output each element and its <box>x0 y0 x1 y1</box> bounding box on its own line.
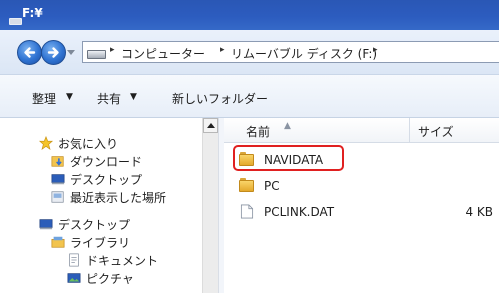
file-list: 名前 ▲ サイズ NAVIDATA PC PCLINK.DAT 4 KB <box>224 118 499 293</box>
share-button[interactable]: 共有 <box>97 90 121 107</box>
column-header-name[interactable]: 名前 <box>246 123 270 140</box>
removable-drive-icon <box>87 50 106 59</box>
nav-scrollbar[interactable] <box>202 118 218 293</box>
breadcrumb-removable-disk[interactable]: リムーバブル ディスク (F:) <box>231 45 377 62</box>
column-header-row: 名前 ▲ サイズ <box>224 118 499 143</box>
arrow-left-icon <box>24 47 36 58</box>
organize-button[interactable]: 整理 <box>32 90 56 107</box>
arrow-right-icon <box>47 47 59 58</box>
breadcrumb-separator-icon[interactable]: ▸ <box>373 45 378 55</box>
file-name: PCLINK.DAT <box>264 205 335 219</box>
column-header-size[interactable]: サイズ <box>418 123 454 140</box>
library-icon <box>51 236 65 248</box>
picture-icon <box>67 273 81 283</box>
chevron-down-icon: ▼ <box>130 92 137 102</box>
arrow-up-icon <box>207 123 215 128</box>
window-title: F:¥ <box>22 6 43 20</box>
folder-icon <box>239 178 255 193</box>
recent-places-icon <box>51 191 64 203</box>
star-icon <box>38 136 54 150</box>
navigation-pane: お気に入り ダウンロード デスクトップ 最近表示した場所 デスクトップ ライブラ… <box>0 118 218 293</box>
column-divider[interactable] <box>409 118 410 142</box>
sort-ascending-icon: ▲ <box>284 121 291 131</box>
desktop-icon <box>51 174 65 185</box>
address-input[interactable]: ▸ コンピューター ▸ リムーバブル ディスク (F:) ▸ <box>82 41 499 63</box>
highlight-box <box>233 145 344 171</box>
file-icon <box>240 204 254 219</box>
desktop-icon <box>39 219 53 230</box>
file-size: 4 KB <box>465 205 493 219</box>
file-name: PC <box>264 179 280 193</box>
drive-icon <box>9 18 22 25</box>
breadcrumb-separator-icon[interactable]: ▸ <box>110 45 115 55</box>
chevron-down-icon: ▼ <box>66 92 73 102</box>
address-bar-area: ▸ コンピューター ▸ リムーバブル ディスク (F:) ▸ <box>0 30 499 75</box>
file-row-pc[interactable]: PC <box>224 175 499 197</box>
title-bar: F:¥ <box>0 0 499 30</box>
recent-pages-dropdown[interactable] <box>67 50 75 55</box>
new-folder-button[interactable]: 新しいフォルダー <box>172 90 268 107</box>
forward-button[interactable] <box>41 40 66 65</box>
command-bar: 整理 ▼ 共有 ▼ 新しいフォルダー <box>0 75 499 118</box>
file-row-pclink[interactable]: PCLINK.DAT 4 KB <box>224 201 499 223</box>
document-icon <box>69 253 79 267</box>
download-folder-icon <box>51 156 64 167</box>
breadcrumb-separator-icon[interactable]: ▸ <box>220 45 225 55</box>
breadcrumb-computer[interactable]: コンピューター <box>121 45 205 62</box>
back-button[interactable] <box>17 40 42 65</box>
scroll-up-button[interactable] <box>203 118 218 133</box>
